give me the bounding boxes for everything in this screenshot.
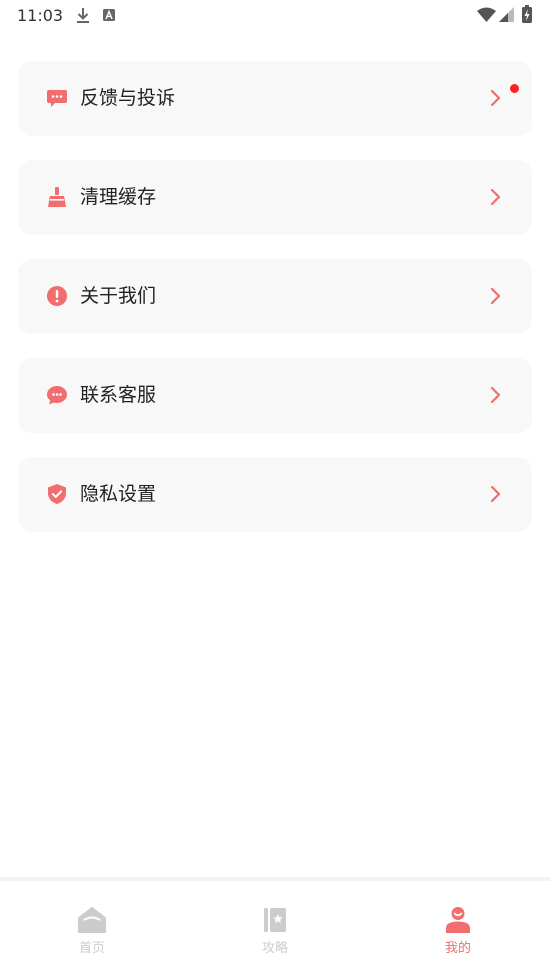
bottom-navigation: 首页 攻略 我的 — [0, 877, 550, 979]
feedback-icon — [47, 90, 67, 107]
tab-label: 我的 — [444, 941, 471, 956]
info-icon — [47, 286, 67, 306]
menu-item-label: 联系客服 — [80, 384, 157, 406]
chat-icon — [47, 386, 67, 405]
status-bar: 11:03 — [0, 0, 550, 32]
menu-item-contact-support[interactable]: 联系客服 — [18, 358, 532, 433]
settings-menu: 反馈与投诉 清理缓存 关于我们 联系客服 隐私设置 — [18, 61, 532, 556]
text-a-icon — [103, 9, 115, 21]
battery-icon — [522, 5, 532, 23]
shield-icon — [48, 484, 66, 504]
chevron-right-icon — [490, 485, 501, 503]
tab-mine[interactable]: 我的 — [423, 905, 493, 965]
guide-book-icon — [264, 908, 286, 932]
menu-item-privacy-settings[interactable]: 隐私设置 — [18, 457, 532, 532]
chevron-right-icon — [490, 287, 501, 305]
chevron-right-icon — [490, 89, 501, 107]
chevron-right-icon — [490, 188, 501, 206]
notification-badge — [510, 84, 519, 93]
menu-item-label: 关于我们 — [80, 285, 157, 307]
menu-item-label: 隐私设置 — [80, 483, 157, 505]
broom-icon — [48, 187, 66, 207]
profile-icon — [446, 907, 470, 933]
menu-item-clear-cache[interactable]: 清理缓存 — [18, 160, 532, 235]
status-time: 11:03 — [17, 6, 64, 25]
menu-item-feedback[interactable]: 反馈与投诉 — [18, 61, 532, 136]
chevron-right-icon — [490, 386, 501, 404]
wifi-icon — [477, 7, 496, 22]
menu-item-label: 反馈与投诉 — [80, 87, 176, 109]
signal-icon — [499, 7, 514, 22]
menu-item-label: 清理缓存 — [80, 186, 157, 208]
tab-home[interactable]: 首页 — [57, 905, 127, 965]
download-icon — [77, 8, 89, 23]
tab-label: 攻略 — [261, 941, 288, 956]
tab-label: 首页 — [78, 941, 105, 956]
tab-guide[interactable]: 攻略 — [240, 905, 310, 965]
menu-item-about-us[interactable]: 关于我们 — [18, 259, 532, 334]
home-icon — [78, 907, 106, 933]
